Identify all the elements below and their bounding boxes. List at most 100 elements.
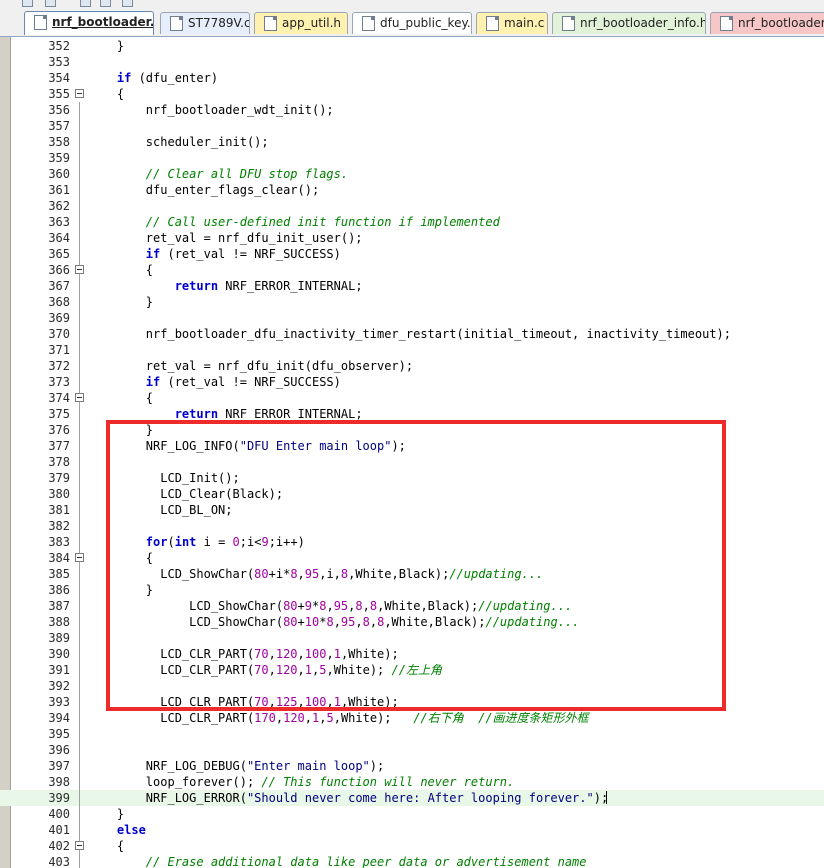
code-text: // Erase additional data like peer data … xyxy=(145,855,587,868)
code-line[interactable]: 361 dfu_enter_flags_clear(); xyxy=(0,182,824,198)
code-line[interactable]: 372 ret_val = nrf_dfu_init(dfu_observer)… xyxy=(0,358,824,374)
fold-collapse-icon[interactable] xyxy=(75,89,84,98)
code-line[interactable]: 370 nrf_bootloader_dfu_inactivity_timer_… xyxy=(0,326,824,342)
code-line[interactable]: 396 xyxy=(0,742,824,758)
fold-guide xyxy=(79,630,80,646)
fold-guide xyxy=(79,742,80,758)
code-line[interactable]: 398 loop_forever(); // This function wil… xyxy=(0,774,824,790)
code-text: // Clear all DFU stop flags. xyxy=(145,167,349,181)
code-line[interactable]: 362 xyxy=(0,198,824,214)
line-number: 362 xyxy=(48,199,70,213)
build-icon[interactable] xyxy=(22,0,33,7)
fold-guide xyxy=(79,326,80,342)
code-line[interactable]: 394 LCD_CLR_PART(170,120,1,5,White); //右… xyxy=(0,710,824,726)
line-number: 366 xyxy=(48,263,70,277)
file-icon xyxy=(264,16,277,31)
code-line[interactable]: 366 { xyxy=(0,262,824,278)
code-line[interactable]: 395 xyxy=(0,726,824,742)
file-icon xyxy=(562,16,575,31)
code-line[interactable]: 373 if (ret_val != NRF_SUCCESS) xyxy=(0,374,824,390)
code-line[interactable]: 359 xyxy=(0,150,824,166)
code-line[interactable]: 357 xyxy=(0,118,824,134)
line-number: 370 xyxy=(48,327,70,341)
annotation-highlight-box xyxy=(106,420,726,711)
code-line[interactable]: 363 // Call user-defined init function i… xyxy=(0,214,824,230)
code-line[interactable]: 368 } xyxy=(0,294,824,310)
fold-guide xyxy=(79,758,80,774)
code-text: scheduler_init(); xyxy=(88,135,269,149)
check-icon[interactable] xyxy=(122,0,133,7)
code-line[interactable]: 402 { xyxy=(0,838,824,854)
fold-collapse-icon[interactable] xyxy=(75,393,84,402)
code-text: } xyxy=(88,39,125,53)
code-line[interactable]: 358 scheduler_init(); xyxy=(0,134,824,150)
line-number: 358 xyxy=(48,135,70,149)
tab-2[interactable]: ST7789V.c xyxy=(160,12,250,34)
code-text: loop_forever(); // This function will ne… xyxy=(88,775,515,789)
code-line[interactable]: 371 xyxy=(0,342,824,358)
line-number: 392 xyxy=(48,679,70,693)
code-line[interactable]: 353 xyxy=(0,54,824,70)
code-line[interactable]: 364 ret_val = nrf_dfu_init_user(); xyxy=(0,230,824,246)
code-line[interactable]: 369 xyxy=(0,310,824,326)
code-line[interactable]: 399 NRF_LOG_ERROR("Should never come her… xyxy=(0,790,824,806)
line-number: 396 xyxy=(48,743,70,757)
fold-guide xyxy=(79,678,80,694)
code-line[interactable]: 355 { xyxy=(0,86,824,102)
line-number: 402 xyxy=(48,839,70,853)
fold-guide xyxy=(79,582,80,598)
tab-4[interactable]: dfu_public_key.c xyxy=(352,12,472,34)
tab-6[interactable]: nrf_bootloader_info.h xyxy=(552,12,706,34)
line-number: 373 xyxy=(48,375,70,389)
fold-guide xyxy=(79,118,80,134)
fold-collapse-icon[interactable] xyxy=(75,841,84,850)
line-number: 403 xyxy=(48,855,70,868)
code-line[interactable]: 367 return NRF_ERROR_INTERNAL; xyxy=(0,278,824,294)
fold-collapse-icon[interactable] xyxy=(75,553,84,562)
line-number: 400 xyxy=(48,807,70,821)
line-number: 356 xyxy=(48,103,70,117)
code-line[interactable]: 356 nrf_bootloader_wdt_init(); xyxy=(0,102,824,118)
code-text: nrf_bootloader_wdt_init(); xyxy=(88,103,334,117)
fold-collapse-icon[interactable] xyxy=(75,265,84,274)
line-number: 354 xyxy=(48,71,70,85)
fold-guide xyxy=(79,502,80,518)
code-line[interactable]: 360 // Clear all DFU stop flags. xyxy=(0,166,824,182)
line-number: 399 xyxy=(48,791,70,805)
code-line[interactable]: 397 NRF_LOG_DEBUG("Enter main loop"); xyxy=(0,758,824,774)
save-icon[interactable] xyxy=(45,0,56,7)
code-line[interactable]: 354 if (dfu_enter) xyxy=(0,70,824,86)
tab-5[interactable]: main.c xyxy=(476,12,548,34)
tab-1[interactable]: nrf_bootloader.c* xyxy=(24,11,154,35)
fold-guide xyxy=(79,438,80,454)
fold-guide xyxy=(79,134,80,150)
download-icon[interactable] xyxy=(80,0,91,7)
tab-label: ST7789V.c xyxy=(188,16,250,30)
fold-guide xyxy=(79,246,80,262)
code-line[interactable]: 352 } xyxy=(0,38,824,54)
line-number: 375 xyxy=(48,407,70,421)
tab-3[interactable]: app_util.h xyxy=(254,12,348,34)
fold-guide xyxy=(79,486,80,502)
code-line[interactable]: 400 } xyxy=(0,806,824,822)
code-text: nrf_bootloader_dfu_inactivity_timer_rest… xyxy=(88,327,731,341)
tab-7[interactable]: nrf_bootloader_a xyxy=(710,12,824,34)
code-line[interactable]: 365 if (ret_val != NRF_SUCCESS) xyxy=(0,246,824,262)
code-text: } xyxy=(88,295,154,309)
code-text: if (ret_val != NRF_SUCCESS) xyxy=(145,375,341,389)
code-text: ret_val = nrf_dfu_init_user(); xyxy=(88,231,363,245)
file-icon xyxy=(34,15,47,30)
code-line[interactable]: 401 else xyxy=(0,822,824,838)
fold-guide xyxy=(79,422,80,438)
code-line[interactable]: 374 { xyxy=(0,390,824,406)
tab-label: app_util.h xyxy=(282,16,341,30)
line-number: 397 xyxy=(48,759,70,773)
line-number: 353 xyxy=(48,55,70,69)
fold-guide xyxy=(79,470,80,486)
fold-guide xyxy=(79,598,80,614)
code-text: if (dfu_enter) xyxy=(116,71,219,85)
code-line[interactable]: 403 // Erase additional data like peer d… xyxy=(0,854,824,868)
code-text: // Call user-defined init function if im… xyxy=(145,215,500,229)
debug-icon[interactable] xyxy=(100,0,111,7)
tab-label: main.c xyxy=(504,16,545,30)
